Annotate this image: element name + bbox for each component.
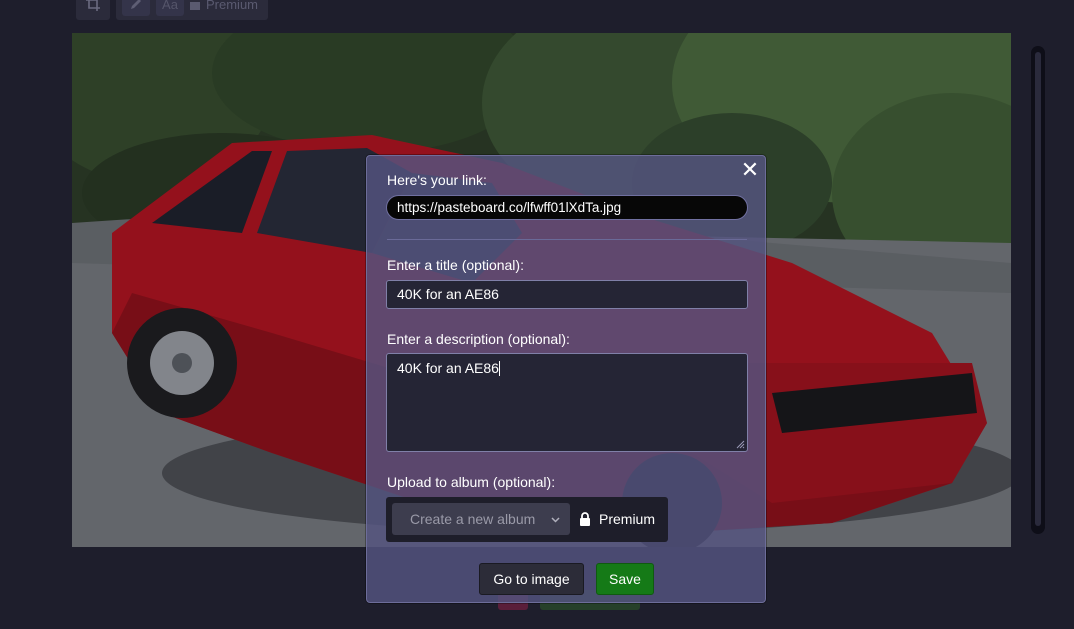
- lock-icon: [190, 2, 200, 10]
- crop-button[interactable]: [76, 0, 110, 20]
- tool-group: Aa Premium: [116, 0, 269, 20]
- album-label: Upload to album (optional):: [387, 474, 556, 490]
- album-select-value: Create a new album: [410, 511, 536, 527]
- share-link-modal: ✕ Here's your link: https://pasteboard.c…: [366, 155, 766, 603]
- scrollbar-thumb[interactable]: [1035, 52, 1041, 526]
- page: Aa Premium ✕ Here's your link: https://p…: [0, 0, 1074, 629]
- save-button[interactable]: Save: [596, 563, 654, 595]
- link-label: Here's your link:: [387, 172, 487, 188]
- pencil-icon: [131, 0, 141, 9]
- vertical-scrollbar[interactable]: [1031, 46, 1045, 534]
- toolbar-premium: Premium: [190, 0, 258, 12]
- resize-grip-icon[interactable]: [736, 440, 745, 449]
- link-field[interactable]: https://pasteboard.co/lfwff01lXdTa.jpg: [386, 195, 748, 220]
- editor-toolbar: Aa Premium: [76, 0, 269, 20]
- text-button[interactable]: Aa: [156, 0, 184, 16]
- album-select[interactable]: Create a new album: [392, 503, 570, 535]
- text-caret: [498, 361, 500, 376]
- description-label: Enter a description (optional):: [387, 331, 570, 347]
- divider: [387, 239, 747, 240]
- title-label: Enter a title (optional):: [387, 257, 524, 273]
- go-to-image-button[interactable]: Go to image: [479, 563, 584, 595]
- crop-icon: [86, 0, 100, 11]
- close-icon[interactable]: ✕: [740, 159, 760, 181]
- description-textarea[interactable]: 40K for an AE86: [386, 353, 748, 452]
- premium-label: Premium: [599, 511, 656, 527]
- title-input[interactable]: 40K for an AE86: [386, 280, 748, 309]
- album-selector-box: Create a new album Premium: [386, 497, 668, 542]
- chevron-down-icon: [551, 517, 560, 523]
- lock-icon: [580, 512, 590, 526]
- description-text: 40K for an AE86: [397, 360, 499, 376]
- toolbar-premium-label: Premium: [206, 0, 259, 12]
- draw-button[interactable]: [122, 0, 150, 16]
